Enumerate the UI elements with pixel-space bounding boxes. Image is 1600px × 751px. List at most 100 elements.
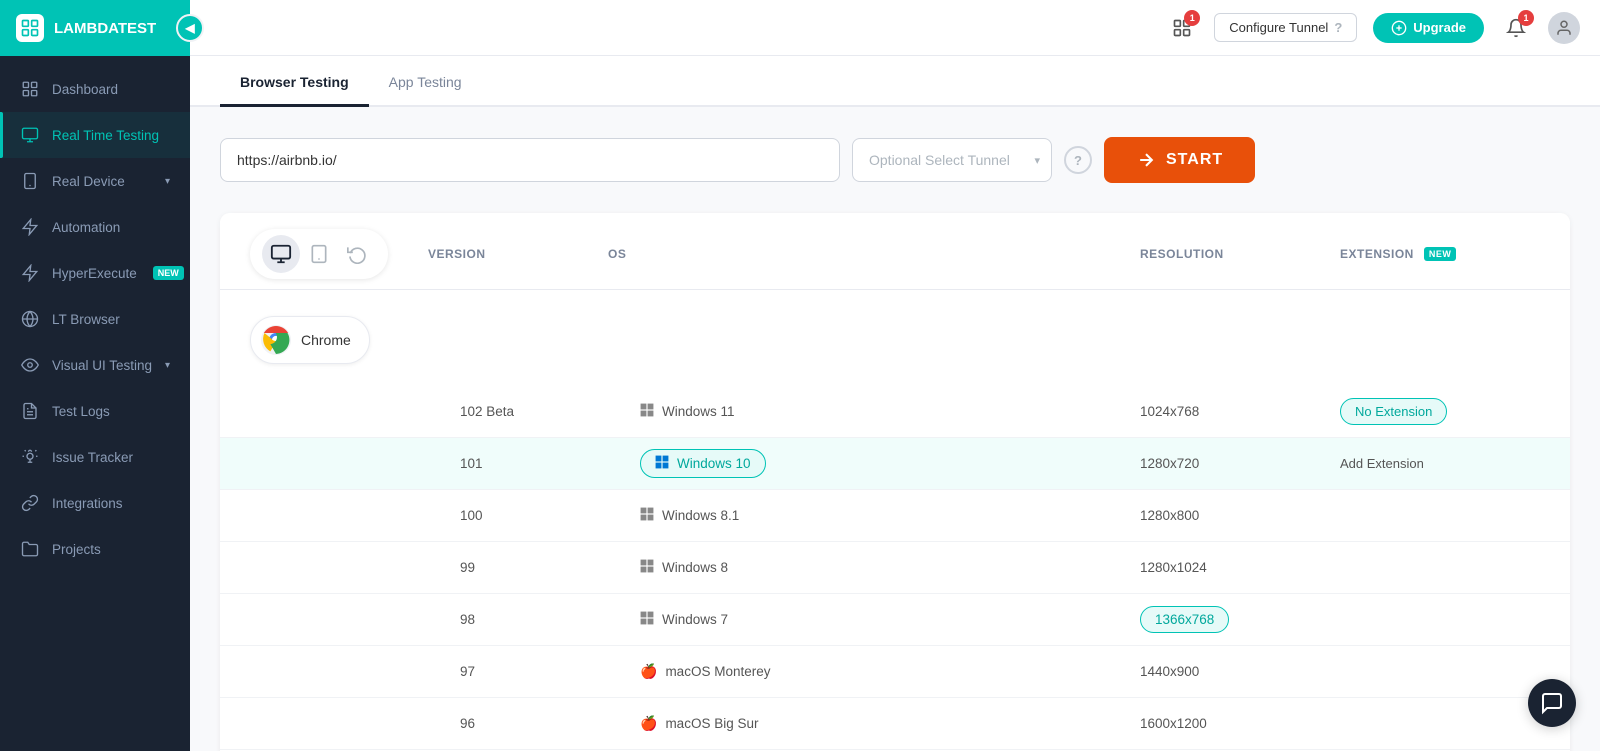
sidebar-item-real-time[interactable]: Real Time Testing: [0, 112, 190, 158]
url-input-wrap: [220, 138, 840, 182]
upgrade-label: Upgrade: [1413, 20, 1466, 35]
sidebar-item-integrations[interactable]: Integrations: [0, 480, 190, 526]
browser-rows-container: Chrome 102 Beta Windows 111024x768No Ext…: [220, 290, 1570, 751]
version-cell: 100: [460, 508, 640, 523]
logo-icon: [16, 14, 44, 42]
chevron-down-icon: ▾: [165, 360, 170, 371]
sidebar-item-label: Test Logs: [52, 404, 110, 419]
eye-icon: [20, 355, 40, 375]
apple-icon: 🍎: [640, 715, 657, 732]
zap-icon: [20, 217, 40, 237]
sidebar-logo: LAMBDATEST ◀: [0, 0, 190, 56]
version-cell: 96: [460, 716, 640, 731]
grid-menu-button[interactable]: 1: [1166, 12, 1198, 44]
tunnel-select[interactable]: Optional Select Tunnel: [852, 138, 1052, 182]
table-row[interactable]: 96🍎macOS Big Sur1600x1200: [220, 698, 1570, 750]
globe-icon: [20, 309, 40, 329]
content-area: Optional Select Tunnel ▾ ? START: [190, 107, 1600, 751]
configure-tunnel-button[interactable]: Configure Tunnel ?: [1214, 13, 1357, 42]
windows-icon: [640, 403, 654, 420]
sidebar-item-label: Visual UI Testing: [52, 358, 152, 373]
resolution-cell: 1280x800: [1140, 508, 1340, 523]
tab-browser-testing[interactable]: Browser Testing: [220, 56, 369, 107]
chrome-button[interactable]: Chrome: [250, 316, 370, 364]
sidebar-item-lt-browser[interactable]: LT Browser: [0, 296, 190, 342]
version-cell: 101: [460, 456, 640, 471]
windows-icon: [640, 559, 654, 576]
resolution-cell: 1366x768: [1140, 606, 1229, 633]
tunnel-select-wrap: Optional Select Tunnel ▾: [852, 138, 1052, 182]
table-row[interactable]: 98 Windows 71366x768: [220, 594, 1570, 646]
version-cell: 98: [460, 612, 640, 627]
os-cell: Windows 8: [640, 559, 1140, 576]
topbar: 1 Configure Tunnel ? Upgrade 1: [190, 0, 1600, 56]
os-cell: Windows 11: [640, 403, 1140, 420]
sidebar-item-label: Real Time Testing: [52, 128, 159, 143]
url-input[interactable]: [220, 138, 840, 182]
os-cell: Windows 10: [640, 449, 766, 478]
browser-icon-chrome: Chrome: [250, 304, 460, 376]
url-row: Optional Select Tunnel ▾ ? START: [220, 137, 1570, 183]
tabs-bar: Browser Testing App Testing: [190, 56, 1600, 107]
sidebar-item-visual-ui[interactable]: Visual UI Testing ▾: [0, 342, 190, 388]
sidebar-item-label: Real Device: [52, 174, 125, 189]
no-extension-button[interactable]: No Extension: [1340, 398, 1447, 425]
sidebar-item-label: Projects: [52, 542, 101, 557]
resolution-cell: 1280x1024: [1140, 560, 1340, 575]
monitor-icon: [20, 125, 40, 145]
table-row[interactable]: 101 Windows 10 1280x720Add Extension: [220, 438, 1570, 490]
sidebar-item-projects[interactable]: Projects: [0, 526, 190, 572]
browser-section-chrome: Chrome 102 Beta Windows 111024x768No Ext…: [220, 290, 1570, 751]
resolution-cell: 1280x720: [1140, 456, 1340, 471]
upgrade-button[interactable]: Upgrade: [1373, 13, 1484, 43]
table-row[interactable]: 99 Windows 81280x1024: [220, 542, 1570, 594]
help-icon[interactable]: ?: [1064, 146, 1092, 174]
chevron-down-icon: ▾: [165, 176, 170, 187]
version-cell: 99: [460, 560, 640, 575]
sidebar-item-label: HyperExecute: [52, 266, 137, 281]
sidebar-item-real-device[interactable]: Real Device ▾: [0, 158, 190, 204]
table-row[interactable]: 100 Windows 8.11280x800: [220, 490, 1570, 542]
start-button[interactable]: START: [1104, 137, 1255, 183]
table-row[interactable]: 97🍎macOS Monterey1440x900: [220, 646, 1570, 698]
extension-new-badge: NEW: [1424, 247, 1457, 261]
smartphone-icon: [20, 171, 40, 191]
question-icon: ?: [1334, 20, 1342, 35]
chrome-logo: [261, 325, 291, 355]
windows-icon: [640, 507, 654, 524]
os-cell: 🍎macOS Big Sur: [640, 715, 1140, 732]
sidebar-item-label: Integrations: [52, 496, 123, 511]
folder-icon: [20, 539, 40, 559]
sidebar-item-dashboard[interactable]: Dashboard: [0, 66, 190, 112]
resolution-cell: 1024x768: [1140, 404, 1340, 419]
desktop-button[interactable]: [262, 235, 300, 273]
os-header: OS: [608, 247, 1140, 261]
main-content: 1 Configure Tunnel ? Upgrade 1 Browser T…: [190, 0, 1600, 751]
version-header: VERSION: [428, 247, 608, 261]
user-avatar[interactable]: [1548, 12, 1580, 44]
extension-cell[interactable]: No Extension: [1340, 398, 1540, 425]
history-button[interactable]: [338, 235, 376, 273]
chrome-label: Chrome: [301, 332, 351, 348]
add-extension-link[interactable]: Add Extension: [1340, 456, 1424, 471]
windows-icon: [655, 455, 669, 472]
file-text-icon: [20, 401, 40, 421]
os-cell: 🍎macOS Monterey: [640, 663, 1140, 680]
sidebar-item-issue-tracker[interactable]: Issue Tracker: [0, 434, 190, 480]
sidebar-item-label: LT Browser: [52, 312, 120, 327]
chat-button[interactable]: [1528, 679, 1576, 727]
notification-badge: 1: [1518, 10, 1534, 26]
apple-icon: 🍎: [640, 663, 657, 680]
sidebar-item-hyperexecute[interactable]: HyperExecute NEW: [0, 250, 190, 296]
tablet-button[interactable]: [300, 235, 338, 273]
sidebar-item-test-logs[interactable]: Test Logs: [0, 388, 190, 434]
table-row[interactable]: 102 Beta Windows 111024x768No Extension: [220, 386, 1570, 438]
sidebar-item-automation[interactable]: Automation: [0, 204, 190, 250]
sidebar-toggle[interactable]: ◀: [176, 14, 204, 42]
extension-cell: Add Extension: [1340, 456, 1540, 471]
toolbar-row: VERSION OS RESOLUTION EXTENSION NEW: [220, 213, 1570, 290]
tab-app-testing[interactable]: App Testing: [369, 56, 482, 107]
sidebar-item-label: Automation: [52, 220, 120, 235]
notifications-button[interactable]: 1: [1500, 12, 1532, 44]
browser-table: VERSION OS RESOLUTION EXTENSION NEW: [220, 213, 1570, 751]
